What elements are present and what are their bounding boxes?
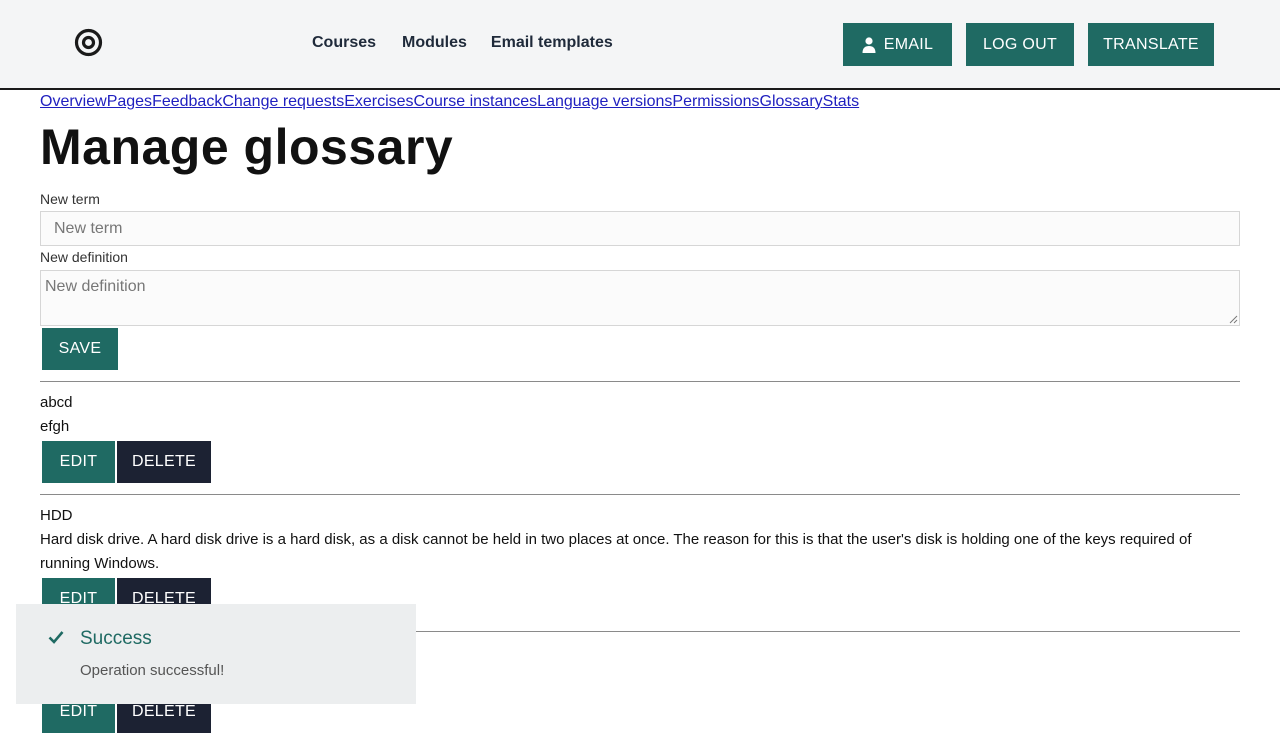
delete-button[interactable]: DELETE bbox=[117, 441, 211, 483]
translate-button-label: TRANSLATE bbox=[1103, 35, 1199, 53]
delete-button-label: DELETE bbox=[131, 453, 197, 470]
logout-button-label: LOG OUT bbox=[982, 35, 1058, 53]
new-term-input[interactable] bbox=[40, 211, 1240, 246]
resize-handle-icon[interactable] bbox=[1229, 315, 1238, 324]
user-icon bbox=[862, 36, 876, 53]
tab-course-instances[interactable]: Course instances bbox=[414, 93, 538, 110]
toast-message: Operation successful! bbox=[80, 662, 225, 679]
nav-courses[interactable]: Courses bbox=[312, 34, 376, 52]
checkmark-icon bbox=[48, 631, 64, 644]
main-nav: Courses Modules Email templates bbox=[312, 34, 613, 52]
divider bbox=[40, 494, 1240, 495]
glossary-term: abcd bbox=[40, 394, 73, 411]
divider bbox=[40, 381, 1240, 382]
course-tabs: OverviewPagesFeedbackChange requestsExer… bbox=[40, 93, 859, 111]
glossary-term: HDD bbox=[40, 507, 73, 524]
tab-change-requests[interactable]: Change requests bbox=[222, 93, 344, 110]
tab-overview[interactable]: Overview bbox=[40, 93, 107, 110]
glossary-definition: Hard disk drive. A hard disk drive is a … bbox=[40, 531, 1192, 572]
email-button-label: EMAIL bbox=[883, 35, 934, 53]
logout-button[interactable]: LOG OUT bbox=[966, 23, 1074, 66]
edit-button[interactable]: EDIT bbox=[42, 441, 115, 483]
save-button-label: SAVE bbox=[58, 340, 102, 357]
tab-language-versions[interactable]: Language versions bbox=[537, 93, 672, 110]
save-button[interactable]: SAVE bbox=[42, 328, 118, 370]
translate-button[interactable]: TRANSLATE bbox=[1088, 23, 1214, 66]
glossary-definition: efgh bbox=[40, 418, 70, 435]
tab-pages[interactable]: Pages bbox=[107, 93, 152, 110]
tab-feedback[interactable]: Feedback bbox=[152, 93, 222, 110]
email-button[interactable]: EMAIL bbox=[843, 23, 952, 66]
edit-button-label: EDIT bbox=[59, 453, 98, 470]
nav-modules[interactable]: Modules bbox=[402, 34, 467, 52]
edit-button-label: EDIT bbox=[59, 703, 98, 720]
page-title: Manage glossary bbox=[40, 119, 454, 175]
tab-stats[interactable]: Stats bbox=[823, 93, 859, 110]
success-toast[interactable]: Success Operation successful! bbox=[16, 604, 416, 704]
logo-icon[interactable] bbox=[74, 28, 103, 57]
toast-title: Success bbox=[80, 628, 152, 649]
tab-glossary[interactable]: Glossary bbox=[760, 93, 823, 110]
top-bar: Courses Modules Email templates EMAIL LO… bbox=[0, 0, 1280, 90]
new-definition-input[interactable] bbox=[40, 270, 1240, 326]
new-term-label: New term bbox=[40, 191, 100, 207]
new-definition-label: New definition bbox=[40, 249, 128, 265]
tab-exercises[interactable]: Exercises bbox=[344, 93, 413, 110]
delete-button-label: DELETE bbox=[131, 703, 197, 720]
tab-permissions[interactable]: Permissions bbox=[672, 93, 759, 110]
nav-email-templates[interactable]: Email templates bbox=[491, 34, 613, 52]
